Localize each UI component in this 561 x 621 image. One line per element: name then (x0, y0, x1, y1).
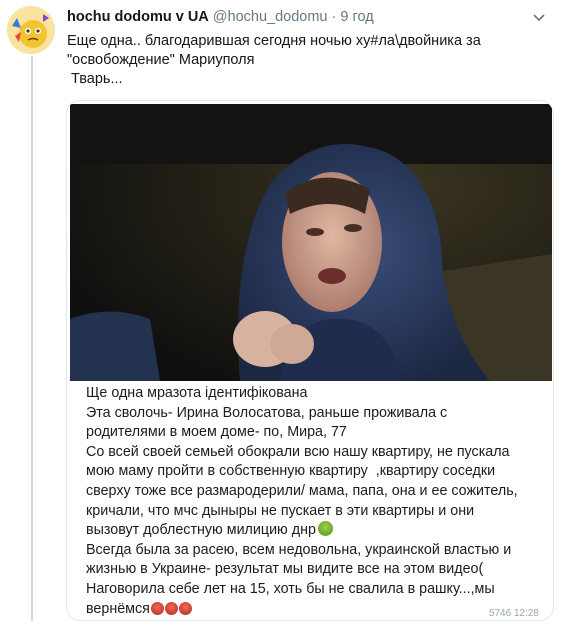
tweet-text-line: "освобождение" Мариуполя (67, 52, 255, 68)
tweet-header: hochu dodomu v UA @hochu_dodomu · 9 год (67, 9, 547, 29)
tweet-text: Еще одна.. благодарившая сегодня ночью х… (67, 32, 537, 89)
caption-line-with-emoji: вызовут доблестную милицию днр (86, 521, 553, 541)
tweet-media-card[interactable]: Ще одна мразота ідентифікована Эта своло… (66, 100, 554, 621)
media-caption: Ще одна мразота ідентифікована Эта своло… (86, 384, 553, 620)
avatar-emoji-face-icon (7, 6, 55, 54)
angry-face-emoji-icon (150, 601, 164, 615)
chevron-down-icon[interactable] (531, 9, 547, 25)
caption-line: Эта сволочь- Ирина Волосатова, раньше пр… (86, 404, 448, 421)
caption-line: Всегда была за расею, всем недовольна, у… (86, 541, 512, 558)
separator-dot: · (331, 9, 337, 25)
author-name[interactable]: hochu dodomu v UA (67, 9, 209, 25)
caption-line: жизнью в Украине- результат мы видите вс… (86, 561, 484, 578)
tweet-text-line: Тварь... (67, 71, 123, 87)
caption-line: Ще одна мразота ідентифікована (86, 385, 308, 401)
video-view-count: 5746 12:28 (488, 608, 539, 619)
caption-line: Наговорила себе лет на 15, хоть бы не св… (86, 580, 495, 597)
author-handle[interactable]: @hochu_dodomu (213, 9, 328, 25)
caption-line: сверху тоже все размародерили/ мама, пап… (86, 482, 518, 499)
caption-line: вернёмся (86, 600, 150, 617)
angry-face-emoji-icon (164, 601, 178, 615)
caption-line: родителями в моем доме- по, Мира, 77 (86, 424, 347, 441)
caption-line: кричали, что мчс дыныры не пускает в эти… (86, 502, 475, 519)
video-thumbnail[interactable] (70, 104, 552, 381)
tweet-time[interactable]: 9 год (340, 9, 373, 25)
angry-face-emoji-icon (178, 601, 192, 615)
caption-line-with-emoji: вернёмся (86, 600, 553, 620)
caption-line: вызовут доблестную милицию днр (86, 522, 316, 539)
thread-line (31, 56, 33, 621)
tweet-text-line: Еще одна.. благодарившая сегодня ночью х… (67, 33, 481, 49)
caption-line: Со всей своей семьей обокрали всю нашу к… (86, 443, 510, 460)
nauseated-face-emoji-icon (317, 521, 333, 537)
caption-line: мою маму пройти в собственную квартиру ,… (86, 463, 496, 480)
avatar[interactable] (7, 6, 55, 54)
